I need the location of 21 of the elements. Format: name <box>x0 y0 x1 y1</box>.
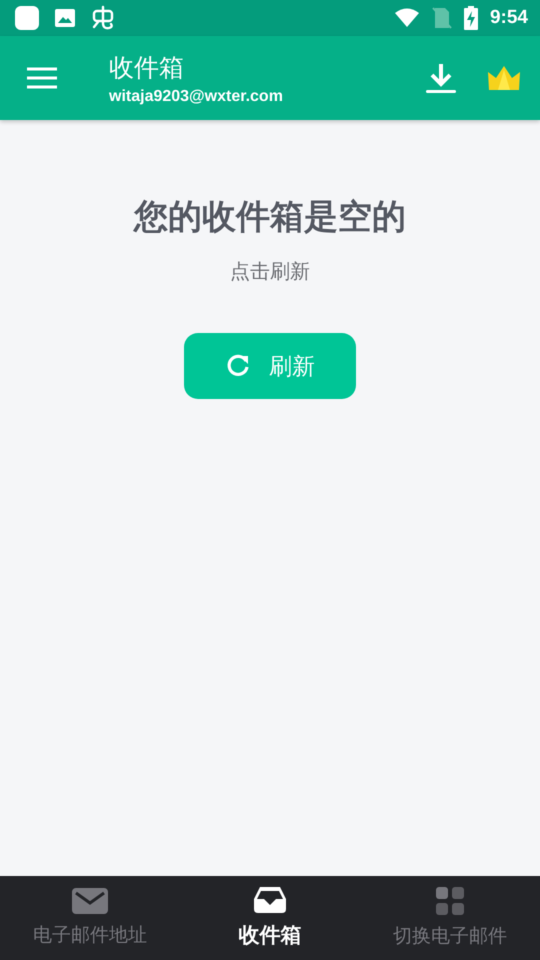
nav-tab[interactable]: 切换电子邮件 <box>360 876 540 960</box>
battery-charging-icon <box>464 6 478 30</box>
crown-icon[interactable] <box>488 66 520 90</box>
menu-icon[interactable] <box>27 67 57 89</box>
inbox-icon <box>254 887 286 913</box>
refresh-hint: 点击刷新 <box>230 258 310 285</box>
app-bar-title: 收件箱 <box>109 52 185 84</box>
refresh-icon <box>225 353 251 379</box>
image-icon <box>54 8 76 28</box>
nav-tab[interactable]: 收件箱 <box>180 876 360 960</box>
clock-time: 9:54 <box>490 7 528 29</box>
no-sim-icon <box>432 7 452 29</box>
grid-icon <box>436 887 464 915</box>
envelope-icon <box>72 888 108 914</box>
email-address: witaja9203@wxter.com <box>109 88 284 106</box>
app-icon <box>14 5 40 31</box>
refresh-button[interactable]: 刷新 <box>184 333 356 399</box>
nav-tab[interactable]: 电子邮件地址 <box>0 876 180 960</box>
empty-inbox-heading: 您的收件箱是空的 <box>134 196 406 239</box>
wifi-icon <box>394 8 420 28</box>
download-icon[interactable] <box>426 62 456 94</box>
